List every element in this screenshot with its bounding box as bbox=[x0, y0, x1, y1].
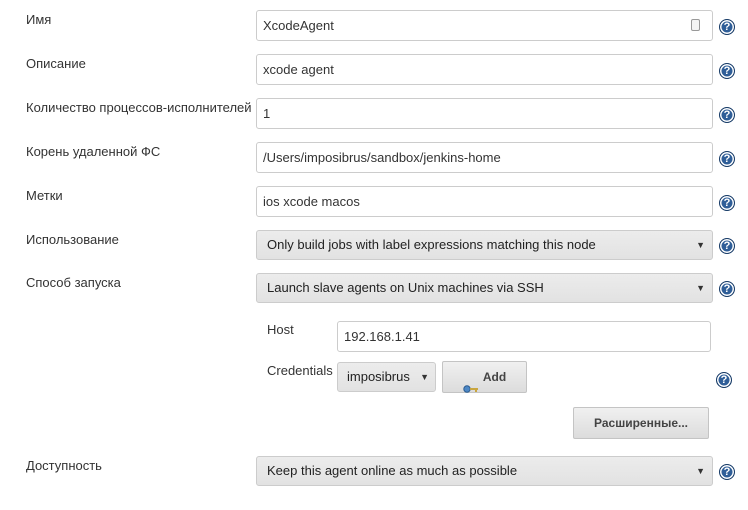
help-icon[interactable]: ? bbox=[719, 281, 735, 297]
host-label: Host bbox=[267, 322, 294, 337]
help-icon[interactable]: ? bbox=[719, 19, 735, 35]
password-manager-icon[interactable] bbox=[691, 19, 700, 31]
chevron-down-icon: ▼ bbox=[420, 372, 429, 382]
name-input[interactable]: XcodeAgent bbox=[256, 10, 713, 41]
host-value: 192.168.1.41 bbox=[344, 329, 420, 344]
help-icon[interactable]: ? bbox=[716, 372, 732, 388]
labels-label: Метки bbox=[26, 188, 63, 203]
help-icon[interactable]: ? bbox=[719, 464, 735, 480]
availability-select[interactable]: Keep this agent online as much as possib… bbox=[256, 456, 713, 486]
availability-selected: Keep this agent online as much as possib… bbox=[267, 463, 518, 478]
availability-label: Доступность bbox=[26, 458, 102, 473]
description-input[interactable]: xcode agent bbox=[256, 54, 713, 85]
usage-select[interactable]: Only build jobs with label expressions m… bbox=[256, 230, 713, 260]
name-label: Имя bbox=[26, 12, 52, 27]
usage-selected: Only build jobs with label expressions m… bbox=[267, 237, 596, 252]
description-label: Описание bbox=[26, 56, 86, 71]
add-button-label: Add bbox=[482, 370, 507, 384]
credentials-selected: imposibrus bbox=[347, 369, 410, 384]
launch-selected: Launch slave agents on Unix machines via… bbox=[267, 280, 544, 295]
launch-select[interactable]: Launch slave agents on Unix machines via… bbox=[256, 273, 713, 303]
launch-label: Способ запуска bbox=[26, 275, 121, 290]
labels-input[interactable]: ios xcode macos bbox=[256, 186, 713, 217]
advanced-button[interactable]: Расширенные... bbox=[573, 407, 709, 439]
remote-fs-label: Корень удаленной ФС bbox=[26, 144, 161, 159]
add-credentials-button[interactable]: Add bbox=[442, 361, 527, 393]
help-icon[interactable]: ? bbox=[719, 107, 735, 123]
remote-fs-value: /Users/imposibrus/sandbox/jenkins-home bbox=[263, 150, 501, 165]
help-icon[interactable]: ? bbox=[719, 195, 735, 211]
help-icon[interactable]: ? bbox=[719, 63, 735, 79]
advanced-button-label: Расширенные... bbox=[594, 416, 688, 430]
chevron-down-icon: ▼ bbox=[696, 240, 705, 250]
help-icon[interactable]: ? bbox=[719, 151, 735, 167]
labels-value: ios xcode macos bbox=[263, 194, 360, 209]
remote-fs-input[interactable]: /Users/imposibrus/sandbox/jenkins-home bbox=[256, 142, 713, 173]
host-input[interactable]: 192.168.1.41 bbox=[337, 321, 711, 352]
executors-label: Количество процессов-исполнителей bbox=[26, 100, 252, 115]
key-icon bbox=[463, 374, 479, 393]
chevron-down-icon: ▼ bbox=[696, 466, 705, 476]
chevron-down-icon: ▼ bbox=[696, 283, 705, 293]
usage-label: Использование bbox=[26, 232, 119, 247]
description-value: xcode agent bbox=[263, 62, 334, 77]
executors-value: 1 bbox=[263, 106, 271, 121]
credentials-select[interactable]: imposibrus ▼ bbox=[337, 362, 436, 392]
help-icon[interactable]: ? bbox=[719, 238, 735, 254]
name-value: XcodeAgent bbox=[263, 18, 334, 33]
credentials-label: Credentials bbox=[267, 363, 333, 378]
executors-input[interactable]: 1 bbox=[256, 98, 713, 129]
